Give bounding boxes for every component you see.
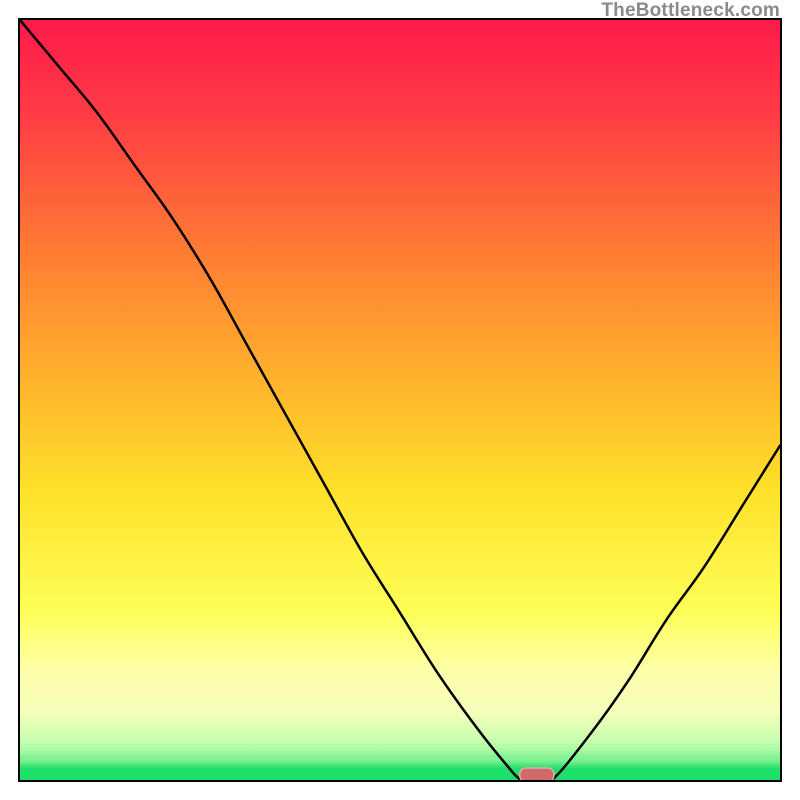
chart-frame: TheBottleneck.com <box>0 0 800 800</box>
bottleneck-curve <box>20 20 780 780</box>
optimum-marker <box>520 768 554 780</box>
plot-area <box>18 18 782 782</box>
curve-layer <box>20 20 780 780</box>
